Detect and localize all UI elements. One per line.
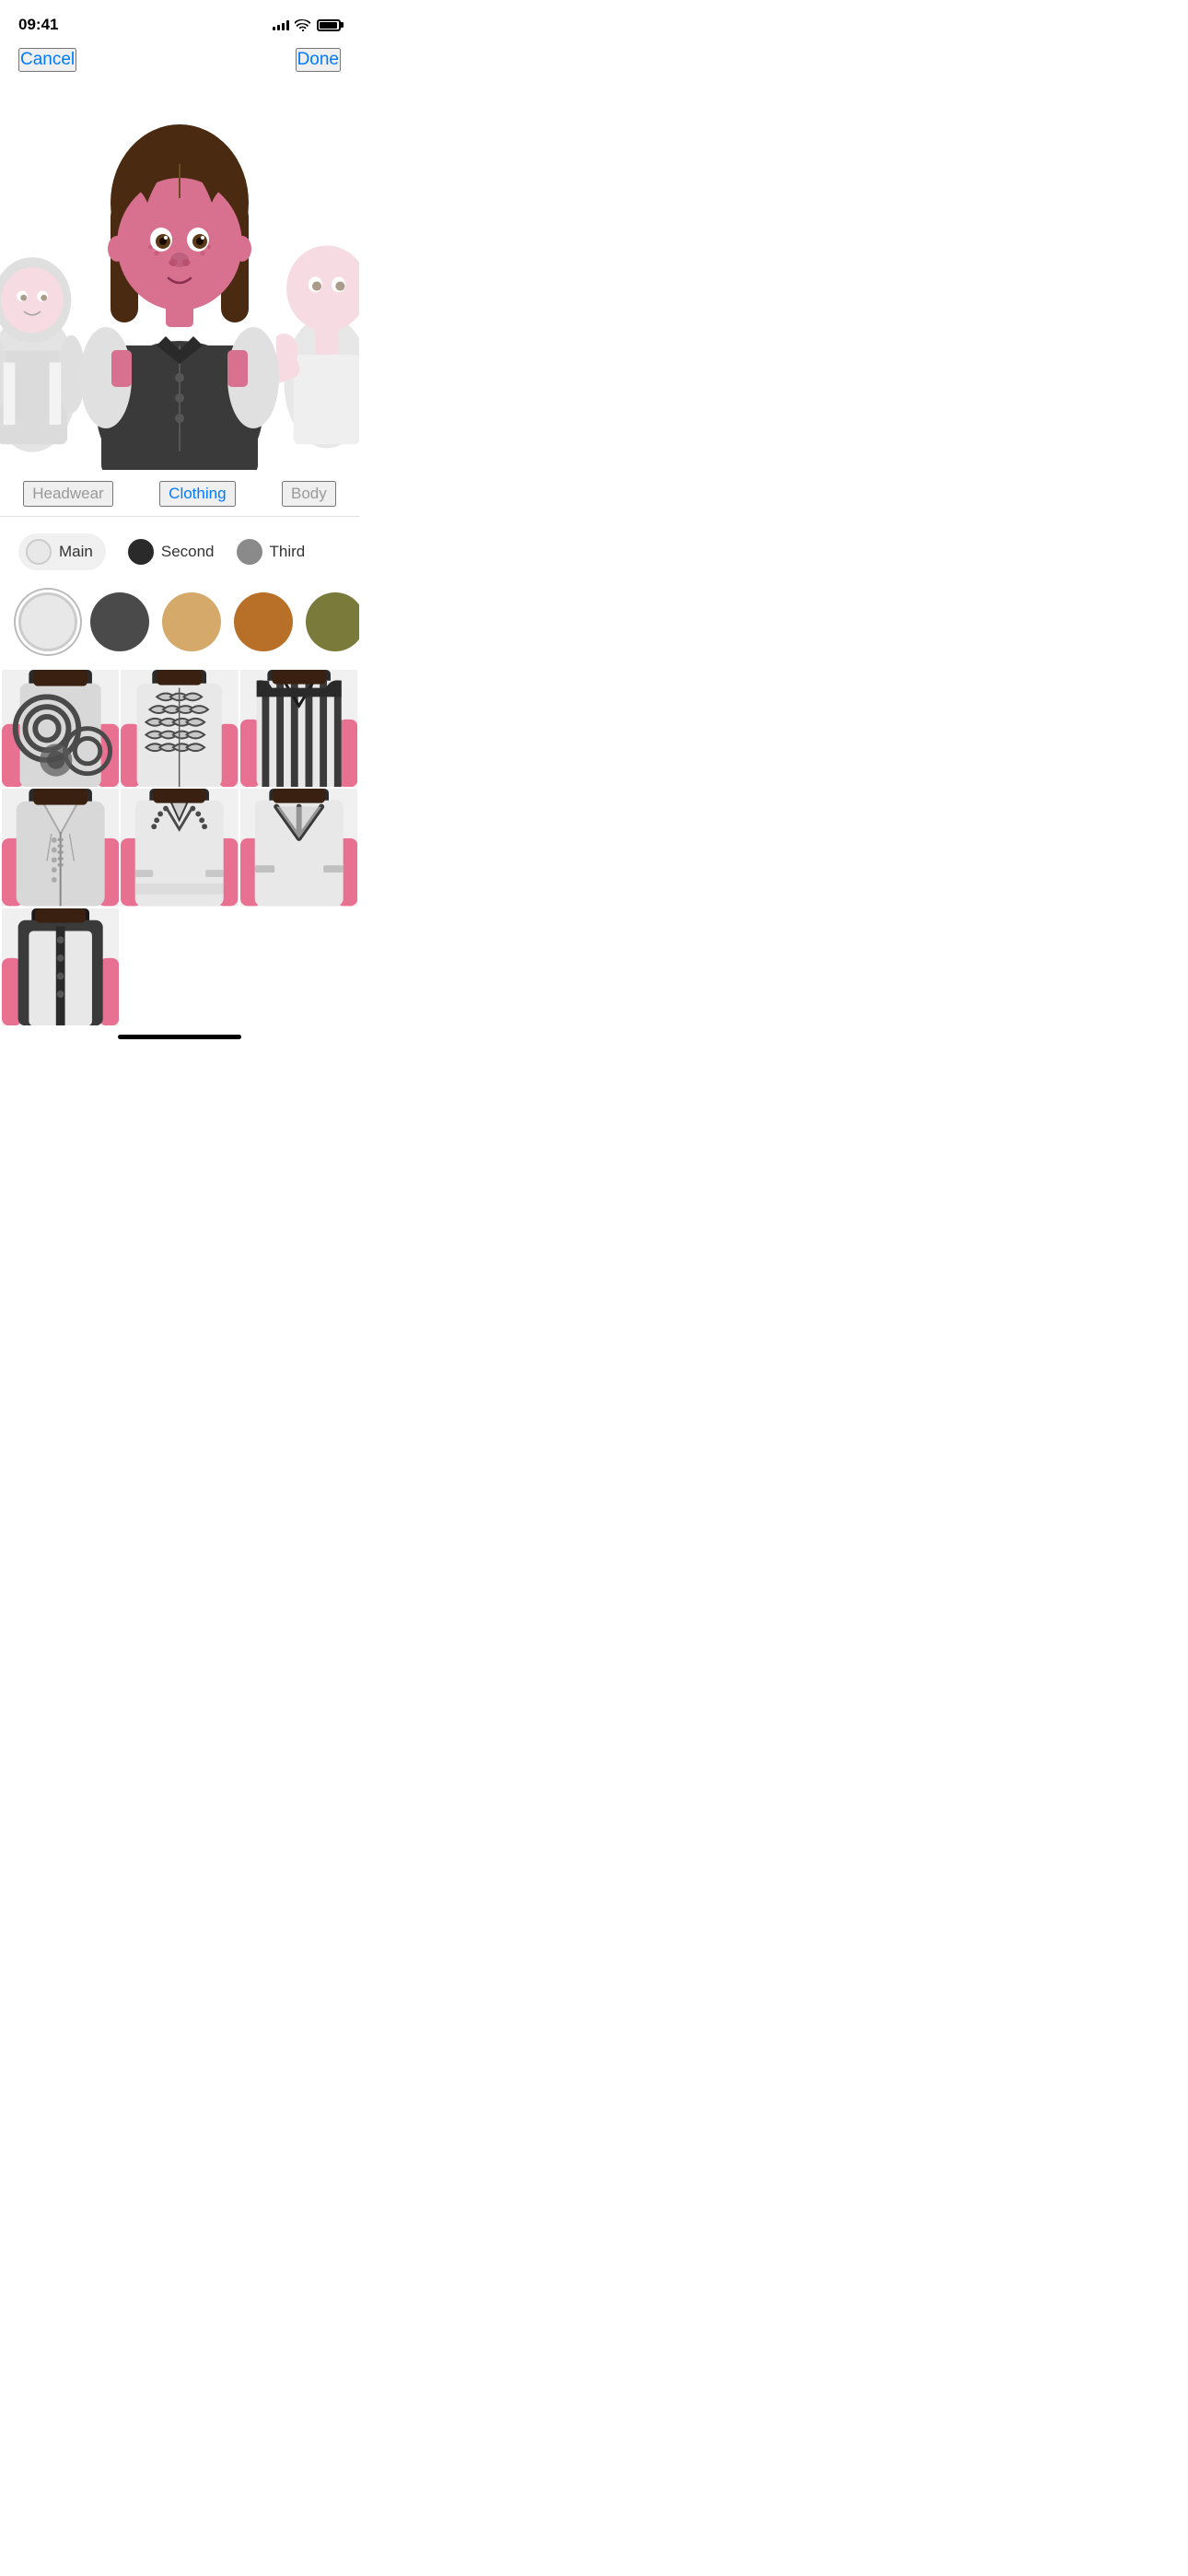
color-option-brown[interactable] <box>234 592 293 651</box>
color-option-white[interactable] <box>18 592 77 651</box>
color-type-main-label: Main <box>59 543 93 561</box>
status-icons <box>273 19 341 31</box>
color-option-dark-gray[interactable] <box>90 592 149 651</box>
color-type-main[interactable]: Main <box>18 533 106 570</box>
color-type-second[interactable]: Second <box>128 539 215 565</box>
clothing-item-7[interactable] <box>2 908 119 1025</box>
tab-body[interactable]: Body <box>282 481 336 507</box>
clothing-item-2[interactable] <box>121 670 238 787</box>
tab-clothing[interactable]: Clothing <box>159 481 235 507</box>
cancel-button[interactable]: Cancel <box>18 48 76 72</box>
nav-bar: Cancel Done <box>0 44 359 83</box>
tab-headwear[interactable]: Headwear <box>23 481 113 507</box>
tabs-container: Headwear Clothing Body <box>0 470 359 517</box>
color-swatch-main <box>26 539 52 565</box>
color-option-olive[interactable] <box>306 592 359 651</box>
status-time: 09:41 <box>18 16 58 34</box>
wifi-icon <box>295 19 311 31</box>
color-swatch-second <box>128 539 154 565</box>
tabs: Headwear Clothing Body <box>0 470 359 516</box>
signal-icon <box>273 19 289 30</box>
clothing-item-5[interactable] <box>121 789 238 906</box>
color-option-tan[interactable] <box>162 592 221 651</box>
color-type-second-label: Second <box>161 543 215 561</box>
clothing-item-1[interactable] <box>2 670 119 787</box>
avatar-preview-area <box>0 83 359 470</box>
clothing-grid <box>0 668 359 1027</box>
home-indicator-area <box>0 1027 359 1043</box>
color-palette <box>0 583 359 668</box>
color-swatch-third <box>237 539 262 565</box>
color-type-third[interactable]: Third <box>237 539 306 565</box>
battery-icon <box>317 19 341 31</box>
clothing-item-4[interactable] <box>2 789 119 906</box>
avatar-main <box>69 101 290 470</box>
status-bar: 09:41 <box>0 0 359 44</box>
color-type-selector: Main Second Third <box>0 517 359 583</box>
color-type-third-label: Third <box>270 543 306 561</box>
clothing-item-3[interactable] <box>240 670 357 787</box>
home-indicator-bar <box>118 1035 241 1039</box>
clothing-item-6[interactable] <box>240 789 357 906</box>
done-button[interactable]: Done <box>296 48 341 72</box>
